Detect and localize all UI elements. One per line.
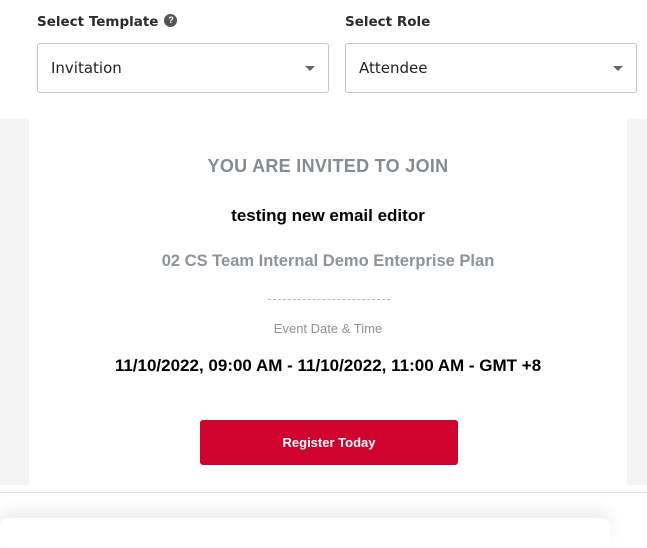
- select-template-label-text: Select Template: [37, 14, 159, 30]
- invite-heading: YOU ARE INVITED TO JOIN: [207, 156, 449, 176]
- bottom-panel-edge: [0, 518, 610, 548]
- help-icon[interactable]: ?: [164, 13, 178, 27]
- organization-name: 02 CS Team Internal Demo Enterprise Plan: [161, 252, 495, 270]
- dashed-divider: [268, 299, 390, 300]
- event-title: testing new email editor: [231, 206, 425, 225]
- role-select-value: Attendee: [359, 59, 428, 77]
- email-preview-card: YOU ARE INVITED TO JOIN testing new emai…: [29, 119, 627, 485]
- template-select-value: Invitation: [51, 59, 122, 77]
- role-select[interactable]: Attendee: [345, 43, 637, 93]
- select-role-label: Select Role: [345, 14, 430, 30]
- chevron-down-icon: [305, 66, 315, 71]
- bottom-divider: [0, 492, 647, 493]
- event-date-label: Event Date & Time: [273, 321, 383, 336]
- select-role-label-text: Select Role: [345, 14, 431, 30]
- register-button[interactable]: Register Today: [200, 420, 458, 465]
- template-select[interactable]: Invitation: [37, 43, 329, 93]
- event-date-value: 11/10/2022, 09:00 AM - 11/10/2022, 11:00…: [114, 356, 542, 375]
- chevron-down-icon: [613, 66, 623, 71]
- select-template-label: Select Template ?: [37, 13, 178, 30]
